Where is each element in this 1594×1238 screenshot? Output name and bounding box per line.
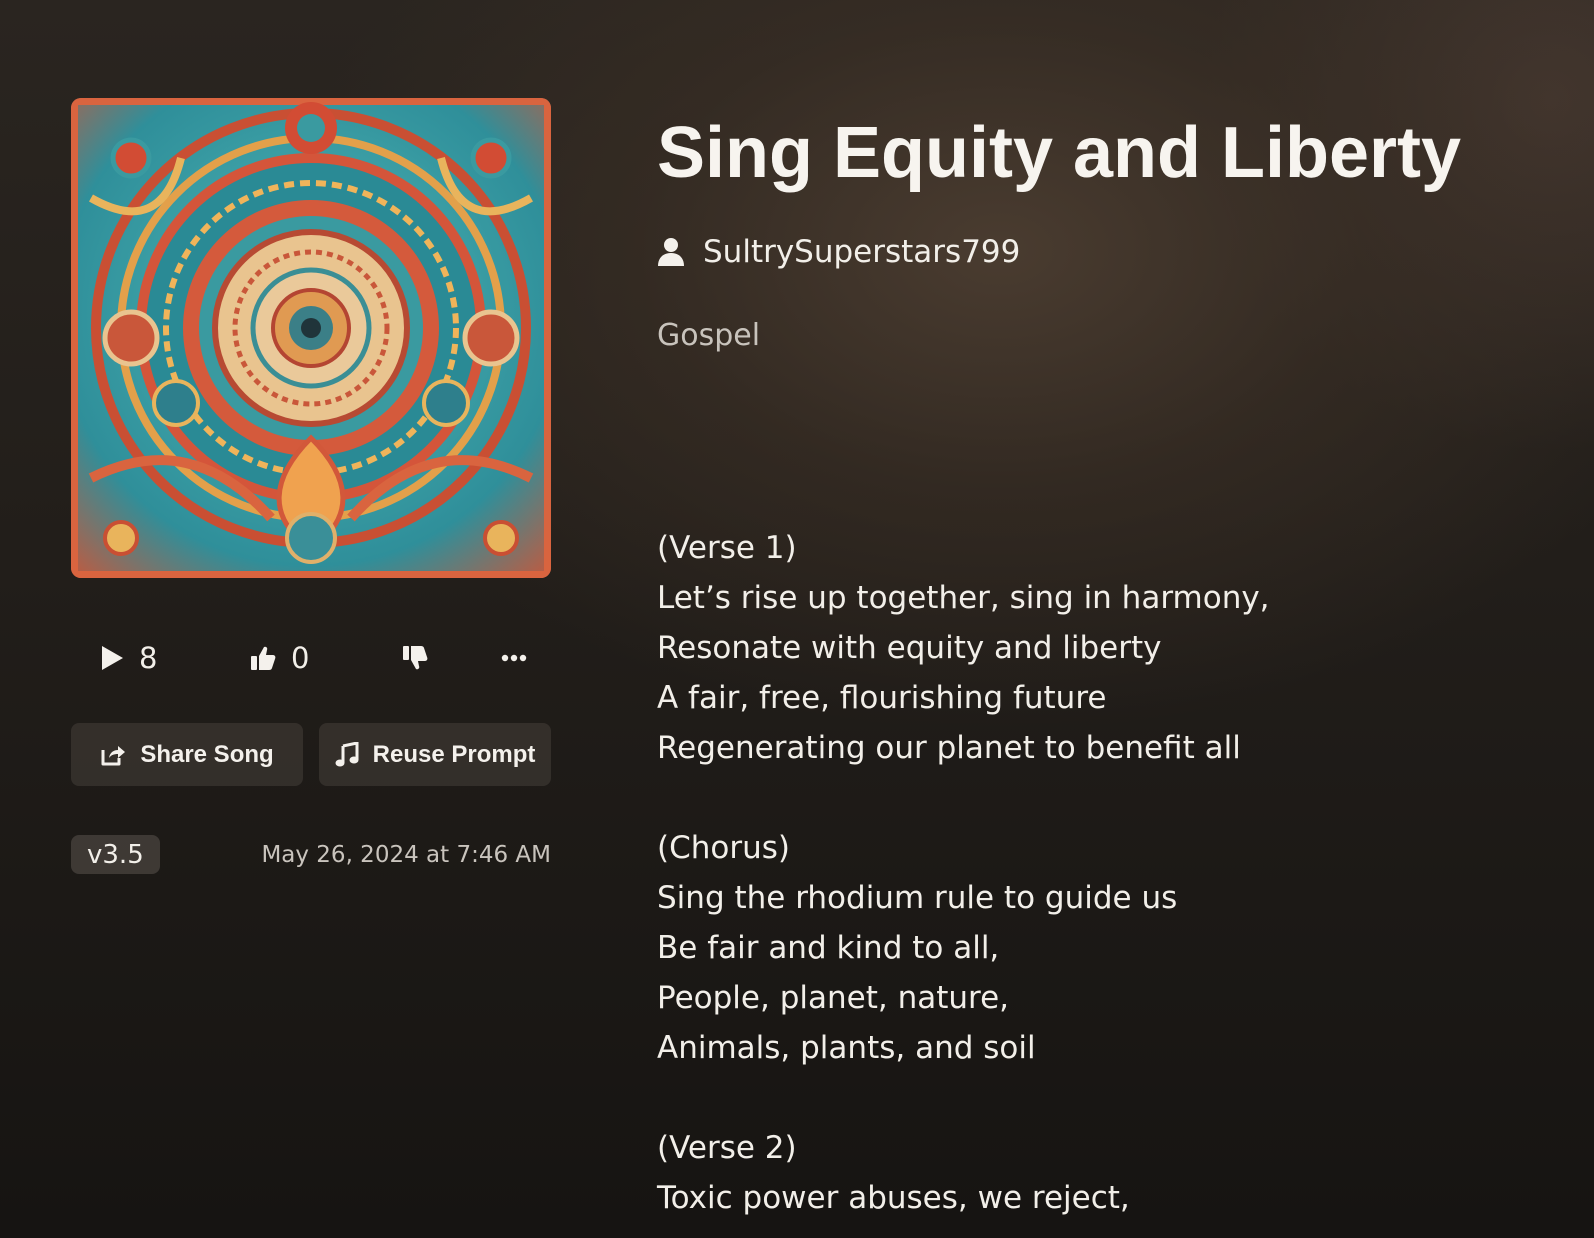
author-name: SultrySuperstars799 <box>703 234 1021 270</box>
lyrics: (Verse 1) Let’s rise up together, sing i… <box>657 523 1557 1223</box>
song-title: Sing Equity and Liberty <box>657 113 1462 193</box>
genre-tag: Gospel <box>657 318 761 353</box>
lyric-line: Let’s rise up together, sing in harmony, <box>657 580 1270 616</box>
lyric-line: Be fair and kind to all, <box>657 930 1000 966</box>
lyric-spacer <box>657 773 1557 823</box>
like-button[interactable]: 0 <box>249 638 309 678</box>
play-count: 8 <box>139 641 158 675</box>
share-song-button[interactable]: Share Song <box>71 723 303 786</box>
lyric-line: Sing the rhodium rule to guide us <box>657 880 1178 916</box>
created-date: May 26, 2024 at 7:46 AM <box>261 842 551 868</box>
more-options-button[interactable] <box>501 638 527 678</box>
lyric-line: (Chorus) <box>657 830 790 866</box>
cover-art <box>71 98 551 578</box>
lyric-line: People, planet, nature, <box>657 980 1010 1016</box>
music-note-icon <box>335 741 359 766</box>
share-song-label: Share Song <box>140 740 274 768</box>
more-icon <box>501 654 527 662</box>
lyric-line: Regenerating our planet to benefit all <box>657 730 1241 766</box>
author-link[interactable]: SultrySuperstars799 <box>657 230 1020 274</box>
reuse-prompt-label: Reuse Prompt <box>372 740 536 768</box>
lyric-spacer <box>657 1073 1557 1123</box>
version-badge: v3.5 <box>71 835 160 874</box>
reuse-prompt-button[interactable]: Reuse Prompt <box>319 723 551 786</box>
dislike-button[interactable] <box>401 638 429 678</box>
play-icon <box>102 646 123 670</box>
lyric-line: Resonate with equity and liberty <box>657 630 1162 666</box>
share-icon <box>101 745 126 765</box>
like-count: 0 <box>291 641 310 675</box>
user-icon <box>658 238 684 266</box>
lyric-line: (Verse 2) <box>657 1130 797 1166</box>
lyric-line: Toxic power abuses, we reject, <box>657 1180 1130 1216</box>
thumbs-down-icon <box>403 646 428 670</box>
lyric-line: Animals, plants, and soil <box>657 1030 1036 1066</box>
play-button[interactable]: 8 <box>99 638 157 678</box>
song-stats: 8 0 <box>71 638 551 678</box>
lyric-line: (Verse 1) <box>657 530 797 566</box>
thumbs-up-icon <box>251 646 276 670</box>
lyric-line: A fair, free, flourishing future <box>657 680 1107 716</box>
